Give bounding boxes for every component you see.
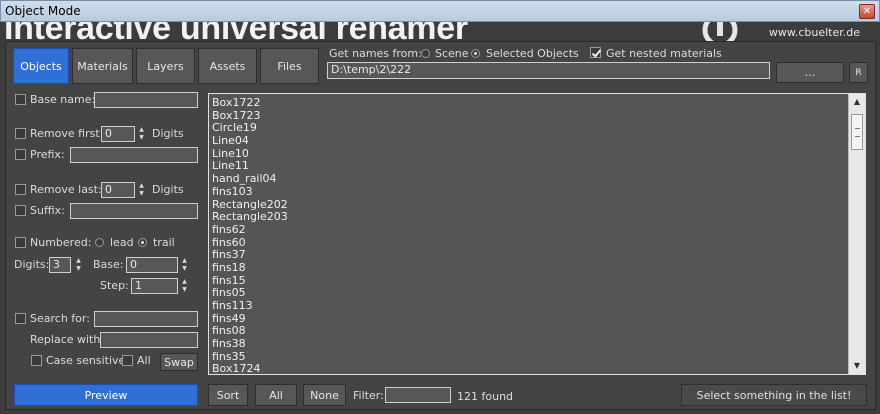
select-in-list-button[interactable]: Select something in the list! (681, 384, 867, 406)
title-bar: Object Mode ✕ (0, 0, 880, 22)
remove-first-input[interactable]: 0 (101, 126, 135, 142)
scroll-up-icon[interactable]: ▲ (849, 94, 865, 110)
list-item[interactable]: Rectangle203 (212, 210, 288, 224)
list-item[interactable]: fins113 (212, 299, 288, 313)
replace-input[interactable] (100, 332, 198, 348)
suffix-label: Suffix: (30, 204, 65, 217)
list-item[interactable]: Line04 (212, 134, 288, 148)
tab-assets[interactable]: Assets (198, 48, 257, 84)
step-input[interactable]: 1 (131, 278, 178, 294)
trail-label: trail (153, 236, 175, 249)
digits-spinner[interactable]: ▲ ▼ (74, 257, 83, 273)
name-list-items: Box1722 Box1723 Circle19 Line04 Line10 Line11… (212, 96, 288, 374)
selected-objects-label: Selected Objects (486, 47, 579, 60)
browse-button[interactable]: ... (776, 62, 844, 83)
list-item[interactable]: fins62 (212, 223, 288, 237)
nested-materials-label: Get nested materials (606, 47, 722, 60)
base-label: Base: (93, 258, 124, 271)
base-name-label: Base name: (30, 93, 96, 106)
all-label: All (137, 354, 151, 367)
base-name-checkbox[interactable] (15, 94, 26, 105)
list-item[interactable]: Box1724 (212, 363, 288, 374)
remove-first-checkbox[interactable] (15, 128, 26, 139)
remove-last-label: Remove last: (30, 183, 102, 196)
banner: Interactive universal renamer www.cbuelt… (0, 22, 880, 41)
suffix-input[interactable] (70, 203, 198, 219)
remove-first-unit: Digits (152, 127, 184, 140)
close-button[interactable]: ✕ (859, 4, 875, 19)
banner-title: Interactive universal renamer (4, 22, 468, 41)
found-count: 121 found (457, 390, 514, 403)
list-item[interactable]: Box1722 (212, 96, 288, 110)
numbered-checkbox[interactable] (15, 237, 26, 248)
scene-radio[interactable] (421, 49, 430, 58)
list-item[interactable]: fins103 (212, 185, 288, 199)
tab-materials[interactable]: Materials (72, 48, 133, 84)
suffix-checkbox[interactable] (15, 205, 26, 216)
tab-files[interactable]: Files (260, 48, 319, 84)
search-label: Search for: (30, 312, 90, 325)
preview-button[interactable]: Preview (14, 384, 198, 406)
case-sensitive-label: Case sensitive (46, 354, 126, 367)
remove-last-input[interactable]: 0 (101, 182, 135, 198)
remove-last-unit: Digits (152, 183, 184, 196)
close-icon: ✕ (862, 6, 872, 17)
search-input[interactable] (94, 311, 198, 327)
list-item[interactable]: fins18 (212, 261, 288, 275)
case-sensitive-checkbox[interactable] (31, 355, 42, 366)
filter-input[interactable] (385, 387, 451, 403)
all-checkbox[interactable] (122, 355, 133, 366)
remove-first-label: Remove first: (30, 127, 104, 140)
remove-first-spinner[interactable]: ▲ ▼ (137, 126, 146, 142)
digits-label: Digits: (14, 258, 50, 271)
base-input[interactable]: 0 (126, 257, 178, 273)
refresh-button[interactable]: R (849, 62, 868, 83)
name-list[interactable]: Box1722 Box1723 Circle19 Line04 Line10 Line11… (208, 93, 866, 375)
scene-label: Scene (435, 47, 469, 60)
nested-materials-checkbox[interactable] (590, 47, 601, 58)
select-none-button[interactable]: None (303, 384, 346, 406)
digits-input[interactable]: 3 (49, 257, 71, 273)
path-field[interactable]: D:\temp\2\222 (327, 62, 770, 79)
step-spinner[interactable]: ▲ ▼ (180, 278, 189, 294)
get-names-label: Get names from: (329, 47, 422, 60)
lead-radio[interactable] (95, 238, 104, 247)
filter-label: Filter: (353, 389, 384, 402)
swap-button[interactable]: Swap (160, 353, 198, 371)
list-scrollbar[interactable]: ▲ ▼ (848, 94, 865, 374)
list-item[interactable]: hand_rail04 (212, 172, 288, 186)
prefix-input[interactable] (70, 147, 198, 163)
step-label: Step: (100, 279, 129, 292)
remove-last-checkbox[interactable] (15, 184, 26, 195)
list-item[interactable]: fins38 (212, 337, 288, 351)
sort-button[interactable]: Sort (208, 384, 248, 406)
scroll-down-icon[interactable]: ▼ (849, 358, 865, 374)
trail-radio[interactable] (138, 238, 147, 247)
replace-label: Replace with: (30, 333, 105, 346)
site-url: www.cbuelter.de (768, 26, 860, 39)
numbered-label: Numbered: (30, 236, 92, 249)
logo-icon (702, 22, 738, 41)
lead-label: lead (110, 236, 134, 249)
tab-layers[interactable]: Layers (136, 48, 195, 84)
prefix-checkbox[interactable] (15, 149, 26, 160)
base-spinner[interactable]: ▲ ▼ (180, 257, 189, 273)
select-all-button[interactable]: All (255, 384, 297, 406)
window-title: Object Mode (5, 4, 81, 18)
remove-last-spinner[interactable]: ▲ ▼ (137, 182, 146, 198)
tab-objects[interactable]: Objects (13, 48, 69, 84)
scroll-thumb[interactable] (851, 114, 863, 150)
base-name-input[interactable] (94, 92, 198, 108)
search-checkbox[interactable] (15, 313, 26, 324)
selected-objects-radio[interactable] (471, 49, 480, 58)
prefix-label: Prefix: (30, 148, 65, 161)
